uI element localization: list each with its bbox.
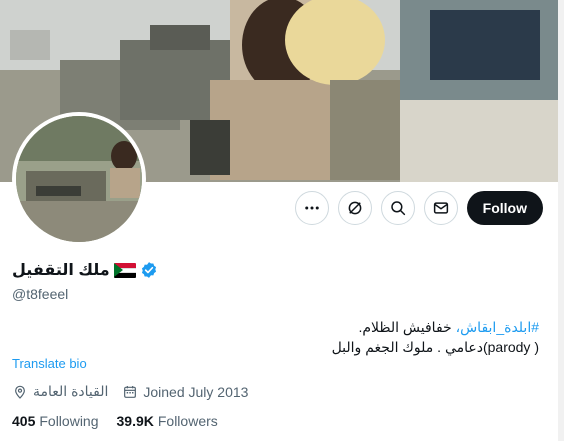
follow-stats: 405 Following 39.9K Followers <box>12 413 218 429</box>
mail-icon <box>433 202 448 214</box>
verified-badge-icon[interactable] <box>140 261 158 279</box>
search-icon <box>390 201 405 216</box>
followers-count: 39.9K <box>116 413 154 429</box>
profile-avatar[interactable] <box>12 112 146 246</box>
following-label: Following <box>39 413 99 429</box>
message-button[interactable] <box>423 191 458 225</box>
location-item: القيادة العامة <box>12 383 108 400</box>
more-icon <box>304 206 319 210</box>
bio-line-1-text: خفافيش الظلام. <box>358 319 456 335</box>
following-link[interactable]: 405 Following <box>12 413 99 429</box>
grok-icon <box>348 201 362 215</box>
sudan-flag-icon <box>113 262 136 278</box>
profile-actions: Follow <box>294 191 543 225</box>
calendar-icon <box>124 385 137 398</box>
translate-bio-link[interactable]: Translate bio <box>12 356 87 371</box>
profile-handle: @t8feeel <box>12 286 69 302</box>
location-pin-icon <box>15 385 25 399</box>
bio-hashtag-link[interactable]: #ابلدة_ابقاش، <box>456 319 539 335</box>
joined-text: Joined July 2013 <box>143 383 249 400</box>
profile-meta: القيادة العامة Joined July 2013 <box>12 383 248 400</box>
display-name: ملك التقفيل <box>12 262 110 279</box>
following-count: 405 <box>12 413 36 429</box>
more-button[interactable] <box>294 191 329 225</box>
bio-line-2: ( parody)دعامي . ملوك الجغم والبل <box>331 339 539 355</box>
scrollbar-track[interactable] <box>558 0 564 441</box>
bio-line-1: #ابلدة_ابقاش، خفافيش الظلام. <box>19 317 539 337</box>
profile-bio: #ابلدة_ابقاش، خفافيش الظلام. ( parody)دع… <box>19 317 539 357</box>
location-text: القيادة العامة <box>33 383 109 399</box>
joined-item: Joined July 2013 <box>122 384 248 400</box>
grok-button[interactable] <box>337 191 372 225</box>
display-name-row: ملك التقفيل <box>12 260 158 280</box>
followers-link[interactable]: 39.9K Followers <box>117 413 218 429</box>
followers-label: Followers <box>157 413 218 429</box>
search-button[interactable] <box>380 191 415 225</box>
avatar-photo <box>16 116 142 242</box>
follow-button[interactable]: Follow <box>466 191 543 225</box>
